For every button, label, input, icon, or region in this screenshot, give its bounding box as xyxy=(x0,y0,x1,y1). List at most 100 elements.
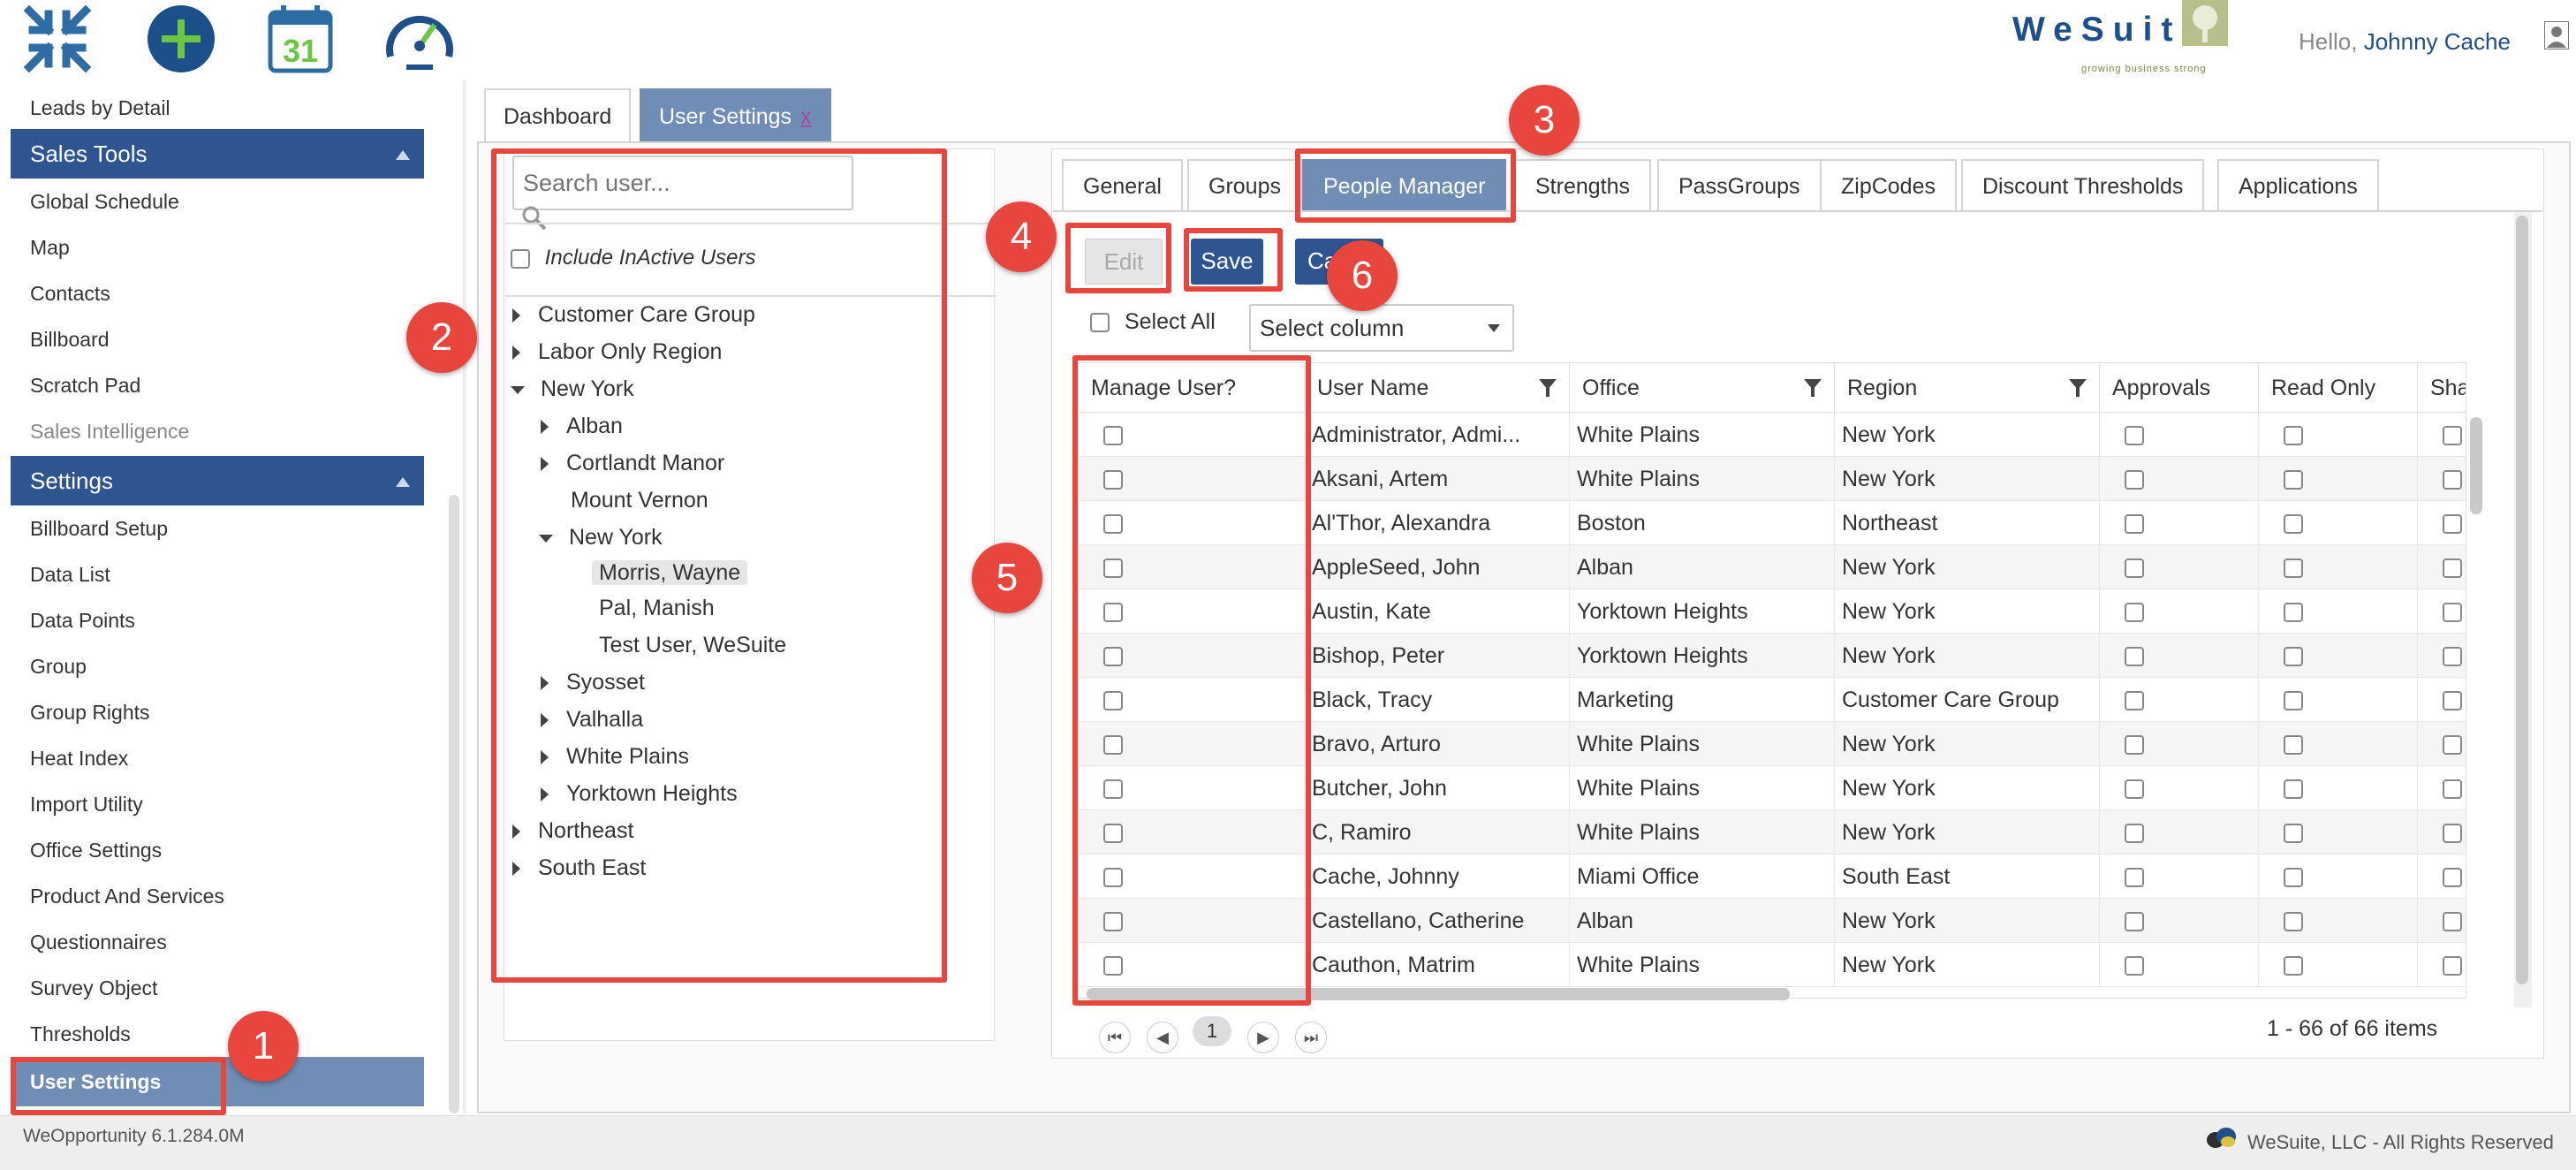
tab-general[interactable]: General xyxy=(1062,159,1183,212)
share-checkbox[interactable] xyxy=(2443,647,2462,667)
read-only-checkbox[interactable] xyxy=(2284,558,2303,579)
read-only-checkbox[interactable] xyxy=(2284,779,2303,800)
sidebar-item-billboard-setup[interactable]: Billboard Setup xyxy=(11,505,424,551)
pager-first-icon[interactable]: ⏮ xyxy=(1099,1022,1131,1053)
sidebar-item-map[interactable]: Map xyxy=(11,224,424,270)
panel-vertical-scrollbar[interactable] xyxy=(2516,216,2528,984)
read-only-checkbox[interactable] xyxy=(2284,691,2303,711)
share-checkbox[interactable] xyxy=(2443,603,2462,623)
sidebar-item-group-rights[interactable]: Group Rights xyxy=(11,689,424,735)
column-header-region[interactable]: Region xyxy=(1835,363,2100,413)
approvals-checkbox[interactable] xyxy=(2125,912,2144,932)
pager-next-icon[interactable]: ▶ xyxy=(1247,1022,1279,1053)
add-circle-icon[interactable] xyxy=(133,0,230,78)
approvals-checkbox[interactable] xyxy=(2125,514,2144,535)
user-avatar-icon[interactable] xyxy=(2543,20,2570,50)
tab-groups[interactable]: Groups xyxy=(1187,159,1302,212)
read-only-checkbox[interactable] xyxy=(2284,426,2303,446)
column-header-read-only[interactable]: Read Only xyxy=(2259,363,2418,413)
sidebar-item-group[interactable]: Group xyxy=(11,643,424,689)
sidebar-item-scratch-pad[interactable]: Scratch Pad xyxy=(11,362,424,408)
sidebar-item-data-list[interactable]: Data List xyxy=(11,551,424,597)
approvals-checkbox[interactable] xyxy=(2125,868,2144,888)
collapse-triangle-icon[interactable] xyxy=(396,477,410,487)
sidebar-item-heat-index[interactable]: Heat Index xyxy=(11,735,424,781)
pager-last-icon[interactable]: ⏭ xyxy=(1295,1022,1327,1053)
tab-strengths[interactable]: Strengths xyxy=(1514,159,1652,212)
share-checkbox[interactable] xyxy=(2443,868,2462,888)
sidebar-item-survey-object[interactable]: Survey Object xyxy=(11,965,424,1011)
sidebar-item-billboard[interactable]: Billboard xyxy=(11,316,424,362)
select-column-dropdown[interactable]: Select column xyxy=(1249,304,1514,352)
approvals-checkbox[interactable] xyxy=(2125,735,2144,756)
filter-icon[interactable] xyxy=(1539,379,1557,397)
column-header-user-name[interactable]: User Name xyxy=(1305,363,1570,413)
approvals-checkbox[interactable] xyxy=(2125,426,2144,446)
pager-prev-icon[interactable]: ◀ xyxy=(1147,1022,1178,1053)
tab-user-settings[interactable]: User Settings x xyxy=(640,88,831,143)
share-checkbox[interactable] xyxy=(2443,426,2462,446)
tab-discount-thresholds[interactable]: Discount Thresholds xyxy=(1961,159,2205,212)
share-checkbox[interactable] xyxy=(2443,558,2462,579)
share-checkbox[interactable] xyxy=(2443,514,2462,535)
sidebar-item-questionnaires[interactable]: Questionnaires xyxy=(11,919,424,965)
approvals-checkbox[interactable] xyxy=(2125,470,2144,490)
approvals-checkbox[interactable] xyxy=(2125,691,2144,711)
calendar-icon[interactable]: 31 xyxy=(252,0,349,78)
read-only-checkbox[interactable] xyxy=(2284,514,2303,535)
read-only-checkbox[interactable] xyxy=(2284,603,2303,623)
read-only-checkbox[interactable] xyxy=(2284,735,2303,756)
tab-dashboard[interactable]: Dashboard xyxy=(484,88,632,143)
user-name-link[interactable]: Johnny Cache xyxy=(2364,28,2511,55)
approvals-checkbox[interactable] xyxy=(2125,603,2144,623)
share-checkbox[interactable] xyxy=(2443,691,2462,711)
approvals-checkbox[interactable] xyxy=(2125,647,2144,667)
approvals-checkbox[interactable] xyxy=(2125,824,2144,844)
read-only-checkbox[interactable] xyxy=(2284,912,2303,932)
sidebar-item-data-points[interactable]: Data Points xyxy=(11,597,424,643)
approvals-checkbox[interactable] xyxy=(2125,956,2144,976)
read-only-checkbox[interactable] xyxy=(2284,470,2303,490)
read-only-checkbox[interactable] xyxy=(2284,868,2303,888)
sidebar-item-global-schedule[interactable]: Global Schedule xyxy=(11,179,424,224)
speedometer-icon[interactable] xyxy=(371,0,468,78)
pager-current-page[interactable]: 1 xyxy=(1193,1016,1231,1046)
share-checkbox[interactable] xyxy=(2443,470,2462,490)
share-checkbox[interactable] xyxy=(2443,956,2462,976)
collapse-arrows-icon[interactable] xyxy=(9,0,106,78)
share-checkbox[interactable] xyxy=(2443,779,2462,800)
share-checkbox[interactable] xyxy=(2443,824,2462,844)
close-tab-icon[interactable]: x xyxy=(800,104,812,129)
sidebar-item-leads-by-detail[interactable]: Leads by Detail xyxy=(11,83,424,127)
approvals-checkbox[interactable] xyxy=(2125,558,2144,579)
share-checkbox[interactable] xyxy=(2443,912,2462,932)
sidebar-header-sales-tools[interactable]: Sales Tools xyxy=(11,129,424,179)
sidebar-item-contacts[interactable]: Contacts xyxy=(11,270,424,316)
filter-icon[interactable] xyxy=(2069,379,2087,397)
sidebar-item-product-and-services[interactable]: Product And Services xyxy=(11,873,424,919)
select-all[interactable]: Select All xyxy=(1090,309,1216,335)
grid-vertical-scrollbar[interactable] xyxy=(2470,417,2482,514)
sidebar-item-thresholds[interactable]: Thresholds xyxy=(11,1011,424,1057)
select-all-checkbox[interactable] xyxy=(1090,313,1110,333)
sidebar-scrollbar[interactable] xyxy=(449,495,459,1113)
collapse-triangle-icon[interactable] xyxy=(396,150,410,160)
sidebar-item-import-utility[interactable]: Import Utility xyxy=(11,781,424,827)
tab-applications[interactable]: Applications xyxy=(2217,159,2379,212)
column-header-office[interactable]: Office xyxy=(1570,363,1835,413)
read-only-checkbox[interactable] xyxy=(2284,956,2303,976)
column-header-approvals[interactable]: Approvals xyxy=(2100,363,2259,413)
approvals-checkbox[interactable] xyxy=(2125,779,2144,800)
filter-icon[interactable] xyxy=(1804,379,1822,397)
read-only-checkbox[interactable] xyxy=(2284,824,2303,844)
sidebar-splitter[interactable] xyxy=(463,80,466,1113)
region-cell: New York xyxy=(1835,899,2100,943)
column-header-share[interactable]: Sha xyxy=(2418,363,2466,413)
sidebar-item-sales-intelligence[interactable]: Sales Intelligence xyxy=(11,408,424,454)
share-checkbox[interactable] xyxy=(2443,735,2462,756)
read-only-checkbox[interactable] xyxy=(2284,647,2303,667)
tab-zipcodes[interactable]: ZipCodes xyxy=(1820,159,1957,212)
tab-passgroups[interactable]: PassGroups xyxy=(1657,159,1822,212)
sidebar-header-settings[interactable]: Settings xyxy=(11,456,424,505)
sidebar-item-office-settings[interactable]: Office Settings xyxy=(11,827,424,873)
